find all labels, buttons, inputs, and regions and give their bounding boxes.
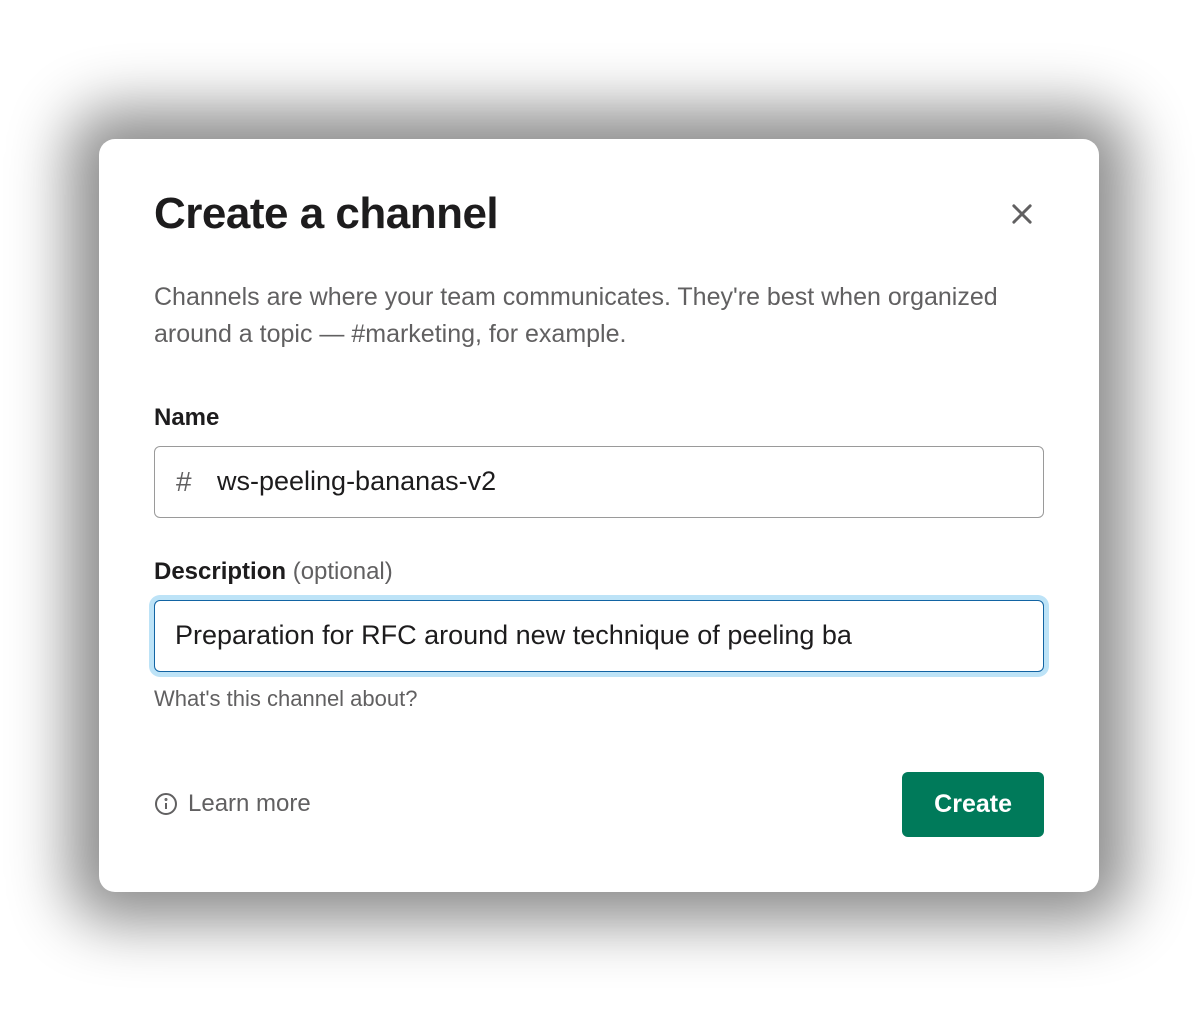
channel-name-input[interactable] bbox=[154, 446, 1044, 518]
modal-header: Create a channel bbox=[154, 189, 1044, 239]
channel-description-input[interactable] bbox=[154, 600, 1044, 672]
modal-footer: Learn more Create bbox=[154, 772, 1044, 837]
description-hint: What's this channel about? bbox=[154, 686, 1044, 712]
learn-more-text: Learn more bbox=[188, 790, 311, 818]
description-input-wrapper bbox=[154, 600, 1044, 672]
description-label: Description (optional) bbox=[154, 558, 1044, 586]
close-button[interactable] bbox=[1000, 192, 1044, 236]
info-icon bbox=[154, 792, 178, 816]
description-optional-text: (optional) bbox=[293, 558, 393, 585]
learn-more-link[interactable]: Learn more bbox=[154, 790, 311, 818]
create-button[interactable]: Create bbox=[902, 772, 1044, 837]
name-input-wrapper: # bbox=[154, 446, 1044, 518]
description-field-group: Description (optional) What's this chann… bbox=[154, 558, 1044, 712]
modal-title: Create a channel bbox=[154, 189, 498, 239]
create-channel-modal: Create a channel Channels are where your… bbox=[99, 139, 1099, 892]
modal-description: Channels are where your team communicate… bbox=[154, 279, 1044, 354]
description-label-text: Description bbox=[154, 558, 286, 585]
name-field-group: Name # bbox=[154, 404, 1044, 518]
close-icon bbox=[1008, 200, 1036, 228]
name-label: Name bbox=[154, 404, 1044, 432]
